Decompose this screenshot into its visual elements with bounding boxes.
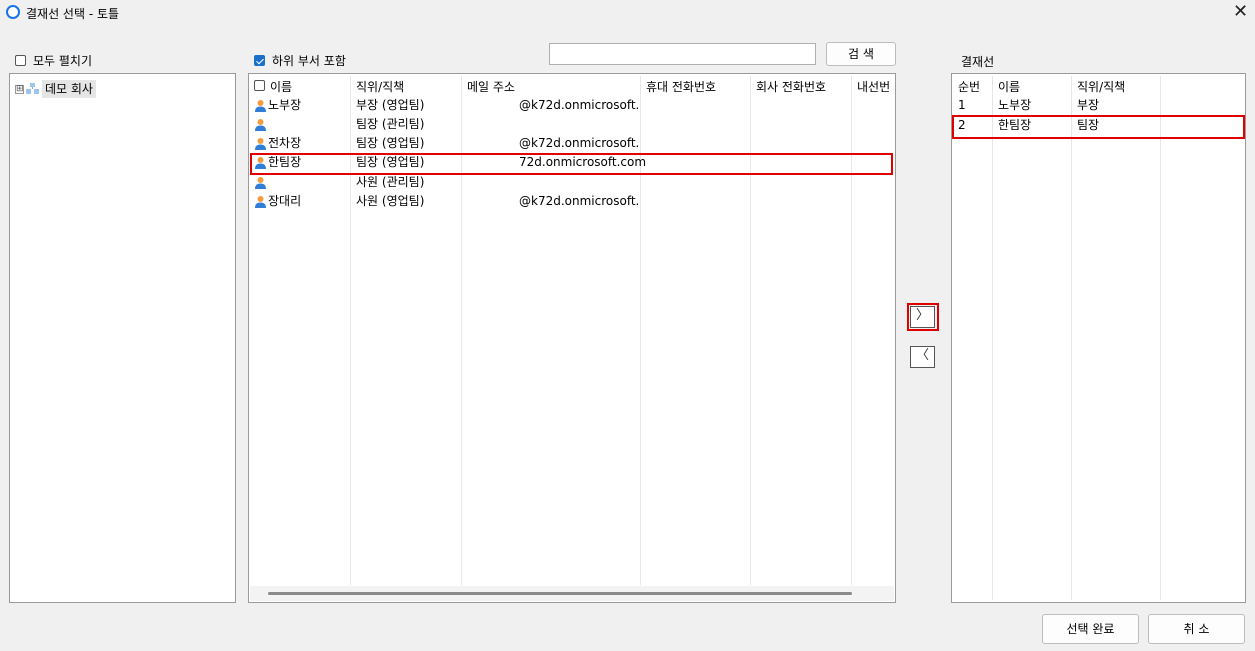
grid-column-divider [1071, 76, 1072, 600]
include-sub-label[interactable]: 하위 부서 포함 [272, 52, 346, 69]
column-header-name[interactable]: 이름 [270, 78, 292, 95]
cell-position: 사원 (관리팀) [356, 175, 425, 189]
cell-name: 전차장 [268, 136, 302, 150]
cell-order: 1 [958, 98, 966, 112]
cell-email [519, 173, 639, 192]
scrollbar-thumb[interactable] [268, 592, 852, 595]
person-icon [255, 100, 266, 112]
include-sub-checkbox[interactable] [254, 55, 265, 66]
column-header-position[interactable]: 직위/직책 [356, 78, 404, 95]
confirm-selection-button[interactable]: 선택 완료 [1042, 614, 1139, 644]
cancel-button[interactable]: 취 소 [1148, 614, 1245, 644]
department-tree-panel [9, 73, 236, 603]
search-button[interactable]: 검 색 [826, 42, 896, 66]
cell-position: 사원 (영업팀) [356, 194, 425, 208]
person-icon [255, 138, 266, 150]
cell-email: @k72d.onmicrosoft.... [519, 194, 639, 208]
cell-name: 장대리 [268, 194, 302, 208]
tree-expand-icon[interactable]: ⊞ [15, 85, 24, 94]
table-row[interactable]: 전차장 팀장 (영업팀) @k72d.onmicrosoft.... [250, 134, 894, 153]
person-icon [255, 196, 266, 208]
column-header-position[interactable]: 직위/직책 [1077, 78, 1125, 95]
approval-line-title: 결재선 [961, 55, 995, 69]
expand-all-checkbox[interactable] [15, 55, 26, 66]
column-header-office[interactable]: 회사 전화번호 [756, 78, 826, 95]
approval-row-highlight [952, 115, 1245, 139]
table-row[interactable]: 팀장 (관리팀) [250, 115, 894, 134]
cell-position: 부장 (영업팀) [356, 98, 425, 112]
remove-from-approval-button[interactable]: 〈 [910, 346, 935, 368]
person-icon [255, 119, 266, 131]
column-header-order[interactable]: 순번 [958, 78, 980, 95]
column-header-name[interactable]: 이름 [998, 78, 1020, 95]
app-logo-icon [6, 5, 20, 19]
search-input[interactable] [549, 43, 816, 65]
close-button[interactable]: ✕ [1226, 0, 1255, 26]
cell-email: @k72d.onmicrosoft.... [519, 136, 639, 150]
expand-all-label[interactable]: 모두 펼치기 [33, 52, 92, 69]
cell-position: 팀장 (영업팀) [356, 136, 425, 150]
window-title: 결재선 선택 - 토틀 [26, 7, 120, 21]
add-button-highlight [907, 303, 939, 331]
cell-name: 노부장 [998, 98, 1032, 112]
column-header-mobile[interactable]: 휴대 전화번호 [646, 78, 716, 95]
selected-row-highlight [250, 153, 893, 175]
grid-column-divider [1160, 76, 1161, 600]
cell-email [519, 115, 639, 134]
grid-column-divider [992, 76, 993, 600]
select-all-checkbox[interactable] [254, 80, 265, 91]
tree-node-demo-company[interactable]: 데모 회사 [42, 80, 96, 98]
approval-line-grid [951, 73, 1246, 603]
table-row[interactable]: 사원 (관리팀) [250, 173, 894, 192]
title-bar [0, 0, 1255, 26]
column-header-email[interactable]: 메일 주소 [467, 78, 515, 95]
approval-row[interactable]: 1 노부장 부장 [953, 96, 1244, 115]
person-icon [255, 177, 266, 189]
cell-position: 팀장 (관리팀) [356, 117, 425, 131]
cell-name: 노부장 [268, 98, 302, 112]
cell-position: 부장 [1077, 98, 1100, 112]
organization-icon [26, 83, 39, 94]
table-row[interactable]: 장대리 사원 (영업팀) @k72d.onmicrosoft.... [250, 192, 894, 211]
column-header-extension[interactable]: 내선번 [857, 78, 893, 95]
table-row[interactable]: 노부장 부장 (영업팀) @k72d.onmicrosoft.... [250, 96, 894, 115]
cell-email: @k72d.onmicrosoft.... [519, 98, 639, 112]
